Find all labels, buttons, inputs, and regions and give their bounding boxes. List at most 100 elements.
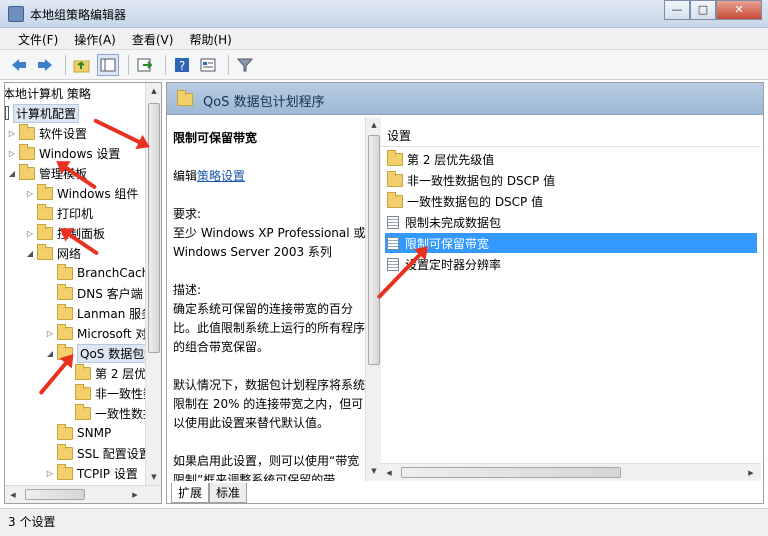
list-item-timer-resolution[interactable]: 设置定时器分辨率 [385, 254, 757, 274]
scroll-right-icon[interactable]: ▶ [743, 465, 759, 481]
policy-setting-icon [387, 257, 399, 271]
scrollbar-thumb[interactable] [368, 135, 380, 365]
title-bar: 本地组策略编辑器 — □ ✕ [0, 0, 768, 28]
export-icon[interactable] [134, 54, 156, 76]
folder-icon [19, 123, 35, 140]
list-horizontal-scrollbar[interactable]: ◀ ▶ [381, 463, 761, 481]
list-item-limit-reservable-bandwidth[interactable]: 限制可保留带宽 [385, 233, 757, 253]
tree-item-local-policy[interactable]: 本地计算机 策略 [5, 83, 91, 103]
properties-icon[interactable] [197, 54, 219, 76]
toolbar-separator [165, 54, 166, 75]
list-item-limit-outstanding-packets[interactable]: 限制未完成数据包 [385, 212, 757, 232]
folder-icon [75, 403, 91, 420]
more-text: 如果启用此设置，则可以使用“带宽限制”框来调整系统可保留的带 [173, 454, 360, 481]
scrollbar-thumb[interactable] [401, 467, 621, 478]
folder-icon [19, 163, 35, 180]
scrollbar-thumb[interactable] [25, 489, 85, 500]
menu-file[interactable]: 文件(F) [10, 28, 66, 49]
tree-horizontal-scrollbar[interactable]: ◀ ▶ [5, 485, 161, 503]
scroll-left-icon[interactable]: ◀ [381, 465, 397, 481]
description-label: 描述: [173, 283, 202, 297]
folder-icon [57, 423, 73, 440]
list-item-label: 限制未完成数据包 [405, 215, 502, 230]
close-button[interactable]: ✕ [716, 0, 762, 20]
app-icon [8, 6, 24, 22]
tree-item-network[interactable]: ◢ 网络 [25, 243, 81, 263]
back-arrow-icon[interactable] [8, 54, 30, 76]
folder-icon [57, 443, 73, 460]
svg-text:?: ? [179, 59, 185, 73]
tree-item-dns-client[interactable]: DNS 客户端 [57, 283, 143, 303]
list-item-label: 一致性数据包的 DSCP 值 [407, 194, 544, 209]
scroll-right-icon[interactable]: ▶ [127, 487, 143, 503]
tree-item-printers[interactable]: 打印机 [37, 203, 93, 223]
view-tabs: 扩展 标准 [171, 483, 248, 503]
default-text: 默认情况下，数据包计划程序将系统限制在 20% 的连接带宽之内，但可以使用此设置… [173, 378, 366, 430]
status-bar: 3 个设置 [0, 508, 768, 536]
tree-item-ssl-config[interactable]: SSL 配置设置 [57, 443, 151, 463]
list-item-conforming-dscp[interactable]: 一致性数据包的 DSCP 值 [385, 191, 757, 211]
tree-item-software-settings[interactable]: ▷ 软件设置 [7, 123, 87, 143]
tree-item-snmp[interactable]: SNMP [57, 423, 111, 443]
folder-icon [57, 303, 73, 320]
column-header-setting[interactable]: 设置 [381, 125, 761, 147]
tree-item-label: Windows 组件 [57, 186, 139, 201]
setting-title: 限制可保留带宽 [173, 131, 258, 145]
edit-line: 编辑策略设置 [173, 167, 371, 186]
menu-help[interactable]: 帮助(H) [181, 28, 239, 49]
tree-item-label: 计算机配置 [13, 103, 80, 123]
tree-item-tcpip-settings[interactable]: ▷ TCPIP 设置 [45, 463, 138, 483]
scroll-down-icon[interactable]: ▼ [366, 463, 382, 479]
menu-action[interactable]: 操作(A) [66, 28, 124, 49]
expand-arrow-icon[interactable]: ▷ [25, 229, 35, 238]
tree-item-branchcache[interactable]: BranchCache [57, 263, 157, 283]
folder-icon [75, 383, 91, 400]
details-header-title: QoS 数据包计划程序 [203, 95, 325, 110]
collapse-arrow-icon[interactable]: ◢ [45, 349, 55, 358]
up-folder-icon[interactable] [71, 54, 93, 76]
computer-icon [5, 106, 9, 120]
window-controls: — □ ✕ [664, 0, 762, 20]
scroll-down-icon[interactable]: ▼ [146, 469, 161, 485]
policy-setting-icon [387, 236, 399, 250]
tree-item-label: DNS 客户端 [77, 286, 143, 301]
tree-item-label: Windows 设置 [39, 146, 121, 161]
scroll-up-icon[interactable]: ▲ [146, 83, 161, 99]
minimize-button[interactable]: — [664, 0, 690, 20]
edit-policy-link[interactable]: 策略设置 [197, 169, 245, 183]
collapse-arrow-icon[interactable]: ◢ [25, 249, 35, 258]
tab-extended[interactable]: 扩展 [171, 483, 210, 503]
help-icon[interactable]: ? [171, 54, 193, 76]
collapse-arrow-icon[interactable]: ◢ [7, 169, 17, 178]
folder-icon [37, 243, 53, 260]
window-title: 本地组策略编辑器 [30, 8, 127, 22]
folder-icon [177, 90, 193, 106]
expand-arrow-icon[interactable]: ▷ [45, 329, 55, 338]
menu-view[interactable]: 查看(V) [124, 28, 182, 49]
list-item-nonconforming-dscp[interactable]: 非一致性数据包的 DSCP 值 [385, 170, 757, 190]
scroll-up-icon[interactable]: ▲ [366, 117, 382, 133]
policy-setting-icon [387, 215, 399, 229]
toolbar-separator [65, 54, 66, 75]
details-pane: QoS 数据包计划程序 限制可保留带宽 编辑策略设置 要求: 至少 Window… [166, 82, 764, 504]
maximize-button[interactable]: □ [690, 0, 716, 20]
tree-item-windows-components[interactable]: ▷ Windows 组件 [25, 183, 138, 203]
tree-item-computer-config[interactable]: 计算机配置 [5, 103, 80, 123]
expand-arrow-icon[interactable]: ▷ [25, 189, 35, 198]
scroll-left-icon[interactable]: ◀ [5, 487, 21, 503]
expand-arrow-icon[interactable]: ▷ [7, 149, 17, 158]
tab-standard[interactable]: 标准 [209, 483, 248, 503]
expand-arrow-icon[interactable]: ▷ [7, 129, 17, 138]
folder-icon [57, 463, 73, 480]
toolbar-separator [228, 54, 229, 75]
show-tree-icon[interactable] [97, 53, 119, 76]
toolbar: ? [0, 50, 768, 80]
forward-arrow-icon[interactable] [34, 54, 56, 76]
filter-icon[interactable] [234, 54, 256, 76]
folder-icon [57, 263, 73, 280]
folder-icon [387, 170, 403, 187]
list-item-layer2-priority[interactable]: 第 2 层优先级值 [385, 149, 757, 169]
expand-arrow-icon[interactable]: ▷ [45, 469, 55, 478]
folder-icon [387, 149, 403, 166]
tree-item-label: TCPIP 设置 [77, 466, 138, 481]
